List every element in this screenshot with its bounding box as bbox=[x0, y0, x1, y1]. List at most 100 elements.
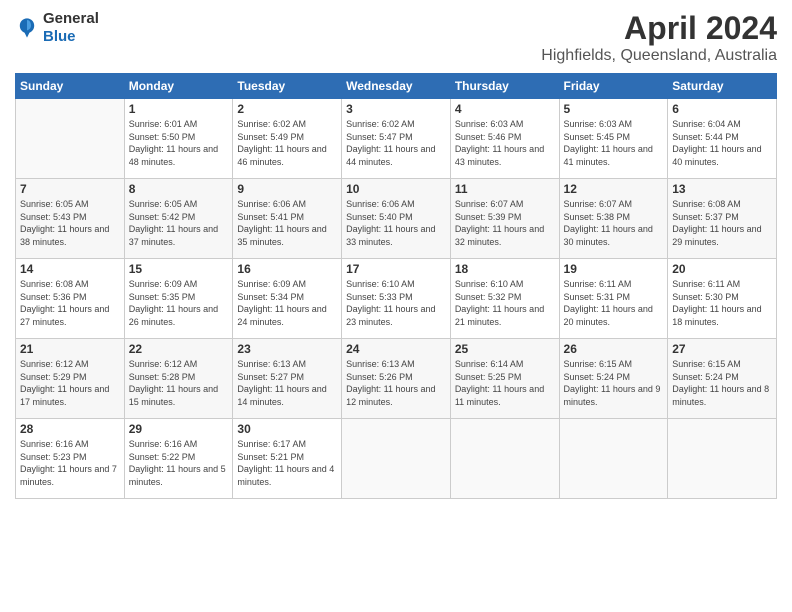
calendar-cell: 5Sunrise: 6:03 AMSunset: 5:45 PMDaylight… bbox=[559, 99, 668, 179]
calendar-cell: 22 Sunrise: 6:12 AMSunset: 5:28 PMDayligh… bbox=[124, 339, 233, 419]
day-number: 24 bbox=[346, 342, 446, 356]
day-number: 12 bbox=[564, 182, 664, 196]
calendar-cell: 25Sunrise: 6:14 AMSunset: 5:25 PMDayligh… bbox=[450, 339, 559, 419]
logo-general: General bbox=[43, 10, 99, 27]
day-info: Sunrise: 6:09 AMSunset: 5:35 PMDaylight:… bbox=[129, 279, 218, 327]
logo: General Blue bbox=[15, 10, 99, 46]
day-info: Sunrise: 6:07 AMSunset: 5:39 PMDaylight:… bbox=[455, 199, 544, 247]
header-day-tuesday: Tuesday bbox=[233, 74, 342, 99]
general-blue-logo-icon bbox=[15, 16, 39, 40]
day-info: Sunrise: 6:12 AMSunset: 5:29 PMDaylight:… bbox=[20, 359, 109, 407]
calendar-cell: 14 Sunrise: 6:08 AMSunset: 5:36 PMDayligh… bbox=[16, 259, 125, 339]
day-number: 28 bbox=[20, 422, 120, 436]
day-number: 16 bbox=[237, 262, 337, 276]
header-day-monday: Monday bbox=[124, 74, 233, 99]
header-area: General Blue April 2024 Highfields, Quee… bbox=[15, 10, 777, 65]
day-info: Sunrise: 6:09 AMSunset: 5:34 PMDaylight:… bbox=[237, 279, 326, 327]
calendar-cell: 1Sunrise: 6:01 AMSunset: 5:50 PMDaylight… bbox=[124, 99, 233, 179]
day-number: 1 bbox=[129, 102, 229, 116]
day-info: Sunrise: 6:03 AMSunset: 5:46 PMDaylight:… bbox=[455, 119, 544, 167]
day-info: Sunrise: 6:15 AMSunset: 5:24 PMDaylight:… bbox=[564, 359, 661, 407]
calendar-cell: 12 Sunrise: 6:07 AMSunset: 5:38 PMDayligh… bbox=[559, 179, 668, 259]
day-info: Sunrise: 6:13 AMSunset: 5:26 PMDaylight:… bbox=[346, 359, 435, 407]
header-day-wednesday: Wednesday bbox=[342, 74, 451, 99]
header-day-sunday: Sunday bbox=[16, 74, 125, 99]
day-info: Sunrise: 6:13 AMSunset: 5:27 PMDaylight:… bbox=[237, 359, 326, 407]
day-info: Sunrise: 6:16 AMSunset: 5:22 PMDaylight:… bbox=[129, 439, 226, 487]
header-day-thursday: Thursday bbox=[450, 74, 559, 99]
day-number: 14 bbox=[20, 262, 120, 276]
week-row-2: 7 Sunrise: 6:05 AMSunset: 5:43 PMDaylight… bbox=[16, 179, 777, 259]
day-number: 22 bbox=[129, 342, 229, 356]
day-number: 29 bbox=[129, 422, 229, 436]
day-info: Sunrise: 6:10 AMSunset: 5:33 PMDaylight:… bbox=[346, 279, 435, 327]
week-row-4: 21 Sunrise: 6:12 AMSunset: 5:29 PMDayligh… bbox=[16, 339, 777, 419]
week-row-1: 1Sunrise: 6:01 AMSunset: 5:50 PMDaylight… bbox=[16, 99, 777, 179]
logo-blue: Blue bbox=[43, 28, 76, 45]
day-number: 18 bbox=[455, 262, 555, 276]
calendar-cell bbox=[450, 419, 559, 499]
page: General Blue April 2024 Highfields, Quee… bbox=[0, 0, 792, 612]
calendar-cell: 8 Sunrise: 6:05 AMSunset: 5:42 PMDaylight… bbox=[124, 179, 233, 259]
calendar-cell: 3 Sunrise: 6:02 AMSunset: 5:47 PMDaylight… bbox=[342, 99, 451, 179]
calendar-cell bbox=[16, 99, 125, 179]
day-number: 3 bbox=[346, 102, 446, 116]
day-info: Sunrise: 6:12 AMSunset: 5:28 PMDaylight:… bbox=[129, 359, 218, 407]
day-info: Sunrise: 6:08 AMSunset: 5:37 PMDaylight:… bbox=[672, 199, 761, 247]
day-number: 23 bbox=[237, 342, 337, 356]
day-info: Sunrise: 6:14 AMSunset: 5:25 PMDaylight:… bbox=[455, 359, 544, 407]
calendar-cell: 24 Sunrise: 6:13 AMSunset: 5:26 PMDayligh… bbox=[342, 339, 451, 419]
day-number: 2 bbox=[237, 102, 337, 116]
week-row-5: 28 Sunrise: 6:16 AMSunset: 5:23 PMDayligh… bbox=[16, 419, 777, 499]
day-info: Sunrise: 6:04 AMSunset: 5:44 PMDaylight:… bbox=[672, 119, 761, 167]
day-number: 17 bbox=[346, 262, 446, 276]
day-number: 21 bbox=[20, 342, 120, 356]
day-info: Sunrise: 6:16 AMSunset: 5:23 PMDaylight:… bbox=[20, 439, 117, 487]
day-number: 19 bbox=[564, 262, 664, 276]
calendar-cell: 19 Sunrise: 6:11 AMSunset: 5:31 PMDayligh… bbox=[559, 259, 668, 339]
calendar-cell: 16 Sunrise: 6:09 AMSunset: 5:34 PMDayligh… bbox=[233, 259, 342, 339]
calendar-cell: 23 Sunrise: 6:13 AMSunset: 5:27 PMDayligh… bbox=[233, 339, 342, 419]
week-row-3: 14 Sunrise: 6:08 AMSunset: 5:36 PMDayligh… bbox=[16, 259, 777, 339]
calendar-cell: 7 Sunrise: 6:05 AMSunset: 5:43 PMDaylight… bbox=[16, 179, 125, 259]
month-title: April 2024 bbox=[541, 10, 777, 47]
day-info: Sunrise: 6:05 AMSunset: 5:42 PMDaylight:… bbox=[129, 199, 218, 247]
day-info: Sunrise: 6:11 AMSunset: 5:31 PMDaylight:… bbox=[564, 279, 653, 327]
day-info: Sunrise: 6:08 AMSunset: 5:36 PMDaylight:… bbox=[20, 279, 109, 327]
header-day-saturday: Saturday bbox=[668, 74, 777, 99]
calendar-cell: 15 Sunrise: 6:09 AMSunset: 5:35 PMDayligh… bbox=[124, 259, 233, 339]
day-number: 13 bbox=[672, 182, 772, 196]
day-info: Sunrise: 6:05 AMSunset: 5:43 PMDaylight:… bbox=[20, 199, 109, 247]
day-info: Sunrise: 6:10 AMSunset: 5:32 PMDaylight:… bbox=[455, 279, 544, 327]
calendar-cell: 27Sunrise: 6:15 AMSunset: 5:24 PMDayligh… bbox=[668, 339, 777, 419]
header-day-friday: Friday bbox=[559, 74, 668, 99]
day-info: Sunrise: 6:11 AMSunset: 5:30 PMDaylight:… bbox=[672, 279, 761, 327]
day-info: Sunrise: 6:07 AMSunset: 5:38 PMDaylight:… bbox=[564, 199, 653, 247]
day-number: 20 bbox=[672, 262, 772, 276]
calendar-cell bbox=[668, 419, 777, 499]
day-number: 8 bbox=[129, 182, 229, 196]
day-number: 15 bbox=[129, 262, 229, 276]
calendar-cell: 6 Sunrise: 6:04 AMSunset: 5:44 PMDaylight… bbox=[668, 99, 777, 179]
day-info: Sunrise: 6:06 AMSunset: 5:40 PMDaylight:… bbox=[346, 199, 435, 247]
day-number: 6 bbox=[672, 102, 772, 116]
subtitle: Highfields, Queensland, Australia bbox=[541, 47, 777, 65]
day-info: Sunrise: 6:17 AMSunset: 5:21 PMDaylight:… bbox=[237, 439, 334, 487]
calendar-cell: 30 Sunrise: 6:17 AMSunset: 5:21 PMDayligh… bbox=[233, 419, 342, 499]
calendar-cell: 13 Sunrise: 6:08 AMSunset: 5:37 PMDayligh… bbox=[668, 179, 777, 259]
calendar-cell: 29 Sunrise: 6:16 AMSunset: 5:22 PMDayligh… bbox=[124, 419, 233, 499]
calendar-cell: 11Sunrise: 6:07 AMSunset: 5:39 PMDayligh… bbox=[450, 179, 559, 259]
title-area: April 2024 Highfields, Queensland, Austr… bbox=[541, 10, 777, 65]
day-info: Sunrise: 6:15 AMSunset: 5:24 PMDaylight:… bbox=[672, 359, 769, 407]
day-info: Sunrise: 6:02 AMSunset: 5:47 PMDaylight:… bbox=[346, 119, 435, 167]
calendar-cell: 28 Sunrise: 6:16 AMSunset: 5:23 PMDayligh… bbox=[16, 419, 125, 499]
day-number: 7 bbox=[20, 182, 120, 196]
day-number: 9 bbox=[237, 182, 337, 196]
calendar-cell bbox=[559, 419, 668, 499]
day-info: Sunrise: 6:03 AMSunset: 5:45 PMDaylight:… bbox=[564, 119, 653, 167]
calendar-cell: 20 Sunrise: 6:11 AMSunset: 5:30 PMDayligh… bbox=[668, 259, 777, 339]
calendar-cell: 4Sunrise: 6:03 AMSunset: 5:46 PMDaylight… bbox=[450, 99, 559, 179]
calendar-cell bbox=[342, 419, 451, 499]
day-number: 30 bbox=[237, 422, 337, 436]
calendar-cell: 18 Sunrise: 6:10 AMSunset: 5:32 PMDayligh… bbox=[450, 259, 559, 339]
